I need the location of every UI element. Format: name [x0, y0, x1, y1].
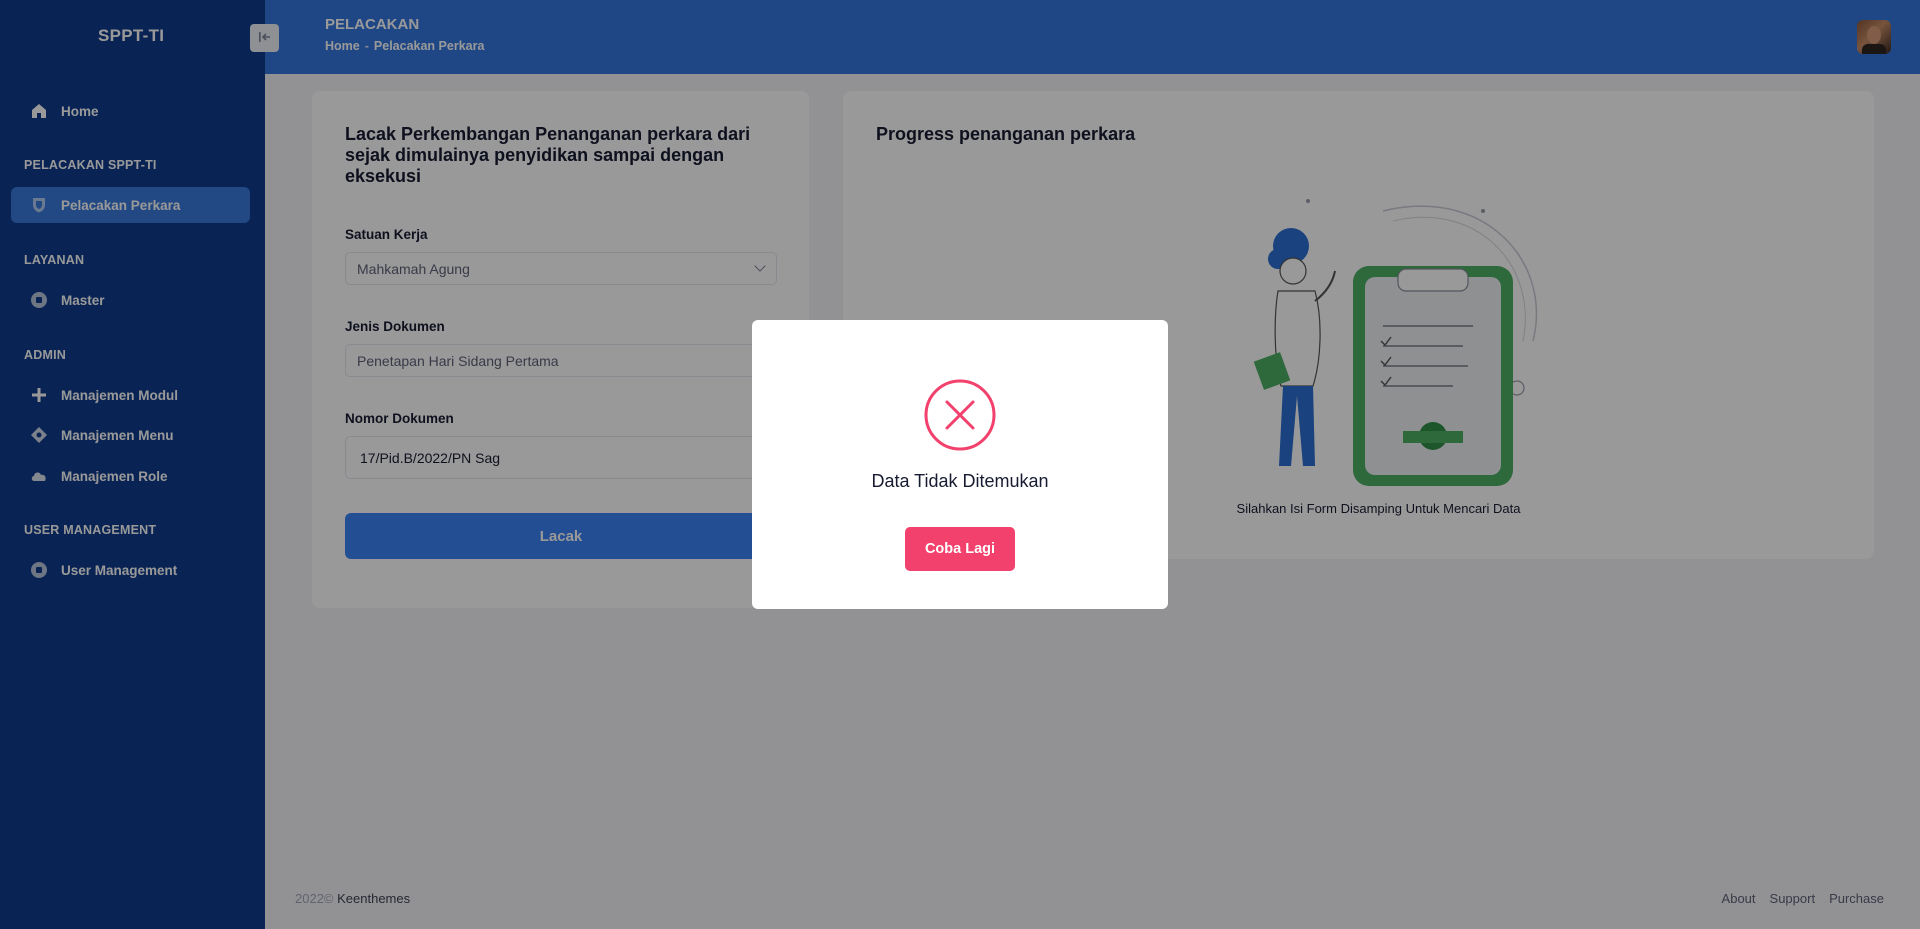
modal-message: Data Tidak Ditemukan: [871, 471, 1049, 491]
coba-lagi-button[interactable]: Coba Lagi: [905, 527, 1015, 571]
error-x-icon: [924, 379, 996, 451]
alert-modal: Data Tidak Ditemukan Coba Lagi: [752, 320, 1168, 609]
